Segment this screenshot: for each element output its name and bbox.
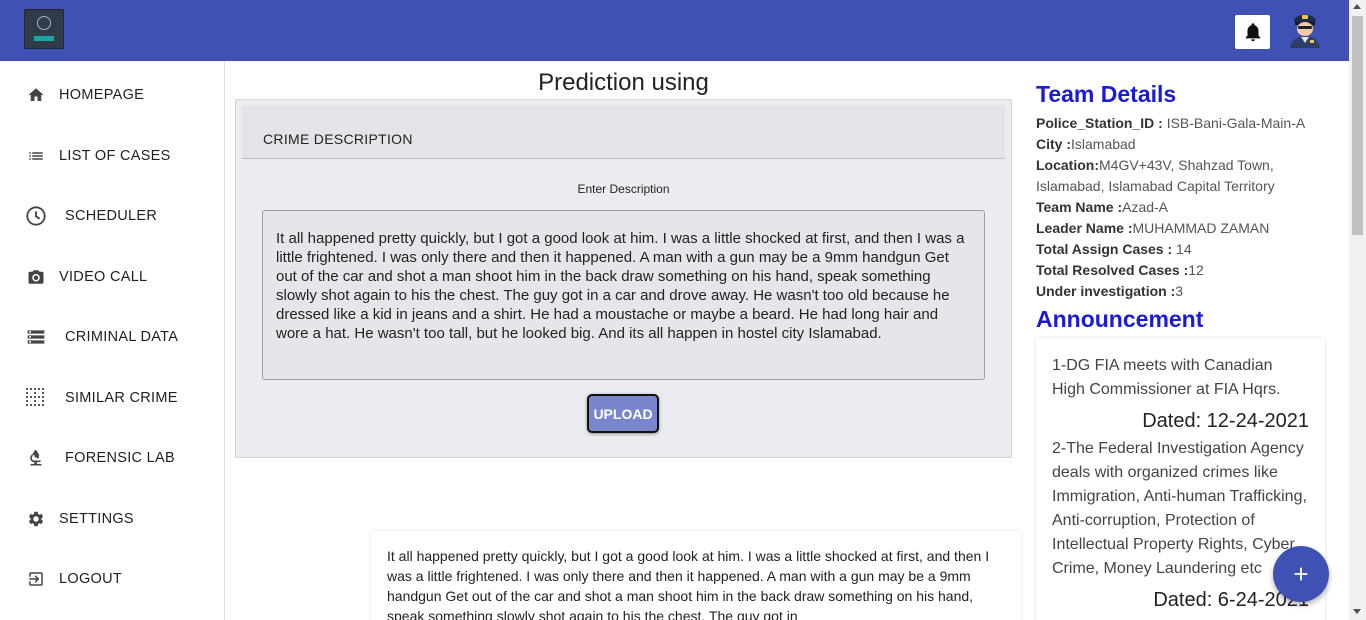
announcement-item: 2-The Federal Investigation Agency deals… bbox=[1052, 440, 1307, 577]
app-logo[interactable] bbox=[24, 9, 64, 49]
team-row-assign-cases: Total Assign Cases : 14 bbox=[1036, 241, 1192, 257]
sidebar-item-label: HOMEPAGE bbox=[59, 87, 145, 103]
add-fab-button[interactable] bbox=[1273, 546, 1329, 602]
team-row-city: City :Islamabad bbox=[1036, 136, 1136, 152]
home-icon bbox=[25, 84, 47, 106]
sidebar-item-settings[interactable]: SETTINGS bbox=[0, 499, 224, 539]
team-row-under-investigation: Under investigation :3 bbox=[1036, 283, 1184, 299]
scroll-thumb[interactable] bbox=[1352, 16, 1363, 235]
sidebar-item-label: SIMILAR CRIME bbox=[65, 390, 178, 406]
team-row-resolved-cases: Total Resolved Cases :12 bbox=[1036, 262, 1204, 278]
team-details-title: Team Details bbox=[1036, 81, 1177, 107]
team-row-leader-name: Leader Name :MUHAMMAD ZAMAN bbox=[1036, 220, 1270, 236]
sidebar-item-logout[interactable]: LOGOUT bbox=[0, 559, 224, 599]
description-label: Enter Description bbox=[577, 182, 670, 196]
logout-icon bbox=[25, 568, 47, 590]
sidebar-item-label: SCHEDULER bbox=[65, 208, 158, 224]
sidebar-item-label: FORENSIC LAB bbox=[65, 450, 175, 466]
sidebar-item-similar-crime[interactable]: SIMILAR CRIME bbox=[0, 378, 224, 418]
sidebar-item-homepage[interactable]: HOMEPAGE bbox=[0, 75, 224, 115]
sidebar-item-list-of-cases[interactable]: LIST OF CASES bbox=[0, 136, 224, 176]
police-avatar[interactable] bbox=[1288, 10, 1322, 48]
sidebar-item-label: VIDEO CALL bbox=[59, 269, 148, 285]
list-icon bbox=[25, 145, 47, 167]
card-header-title: CRIME DESCRIPTION bbox=[263, 131, 413, 147]
team-row-location: Location:M4GV+43V, Shahzad Town, Islamab… bbox=[1036, 157, 1275, 194]
app-bar bbox=[0, 0, 1349, 61]
card-header: CRIME DESCRIPTION bbox=[242, 106, 1005, 159]
team-row-station-id: Police_Station_ID : ISB-Bani-Gala-Main-A bbox=[1036, 115, 1306, 131]
team-row-team-name: Team Name :Azad-A bbox=[1036, 199, 1169, 215]
page-title: Prediction using bbox=[538, 69, 709, 96]
upload-button[interactable]: UPLOAD bbox=[587, 394, 659, 433]
sidebar-item-video-call[interactable]: VIDEO CALL bbox=[0, 257, 224, 297]
page-scrollbar[interactable] bbox=[1349, 0, 1366, 620]
bell-icon bbox=[1245, 23, 1260, 42]
sidebar-item-criminal-data[interactable]: CRIMINAL DATA bbox=[0, 317, 224, 357]
notifications-button[interactable] bbox=[1235, 15, 1270, 49]
sidebar-item-label: SETTINGS bbox=[59, 511, 134, 527]
scroll-up-arrow[interactable] bbox=[1353, 4, 1361, 9]
sidebar-item-scheduler[interactable]: SCHEDULER bbox=[0, 196, 224, 236]
team-details-list: Police_Station_ID : ISB-Bani-Gala-Main-A… bbox=[1036, 113, 1336, 302]
sidebar-item-label: LIST OF CASES bbox=[59, 148, 171, 164]
result-text: It all happened pretty quickly, but I go… bbox=[387, 548, 990, 620]
announcement-title: Announcement bbox=[1036, 306, 1204, 332]
announcement-item: 1-DG FIA meets with Canadian High Commis… bbox=[1052, 357, 1281, 398]
plus-icon bbox=[1294, 567, 1308, 581]
storage-icon bbox=[25, 326, 47, 348]
description-textarea[interactable]: It all happened pretty quickly, but I go… bbox=[262, 210, 985, 380]
gear-icon bbox=[25, 508, 47, 530]
grid-dots-icon bbox=[25, 387, 47, 409]
camera-icon bbox=[25, 266, 47, 288]
crime-description-card: CRIME DESCRIPTION Enter Description It a… bbox=[235, 99, 1012, 458]
sidebar: HOMEPAGE LIST OF CASES SCHEDULER VIDEO C… bbox=[0, 61, 225, 620]
microscope-icon bbox=[25, 447, 47, 469]
sidebar-item-forensic-lab[interactable]: FORENSIC LAB bbox=[0, 438, 224, 478]
clock-icon bbox=[25, 205, 47, 227]
sidebar-item-label: CRIMINAL DATA bbox=[65, 329, 179, 345]
announcement-date: Dated: 12-24-2021 bbox=[1142, 410, 1309, 432]
announcement-date: Dated: 6-24-2021 bbox=[1153, 589, 1309, 611]
description-result-card: It all happened pretty quickly, but I go… bbox=[371, 531, 1021, 620]
scroll-down-arrow[interactable] bbox=[1353, 609, 1361, 614]
sidebar-item-label: LOGOUT bbox=[59, 571, 123, 587]
